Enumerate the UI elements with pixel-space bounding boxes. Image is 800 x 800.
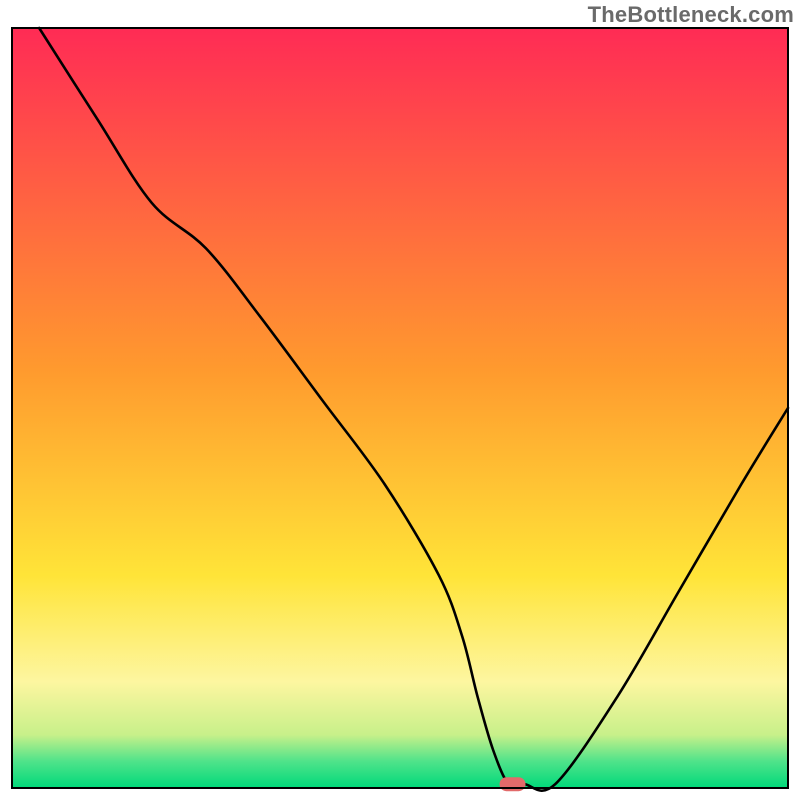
bottleneck-chart — [0, 0, 800, 800]
chart-container: TheBottleneck.com — [0, 0, 800, 800]
watermark-text: TheBottleneck.com — [588, 2, 794, 28]
chart-background — [12, 28, 788, 788]
optimal-marker — [500, 777, 526, 791]
